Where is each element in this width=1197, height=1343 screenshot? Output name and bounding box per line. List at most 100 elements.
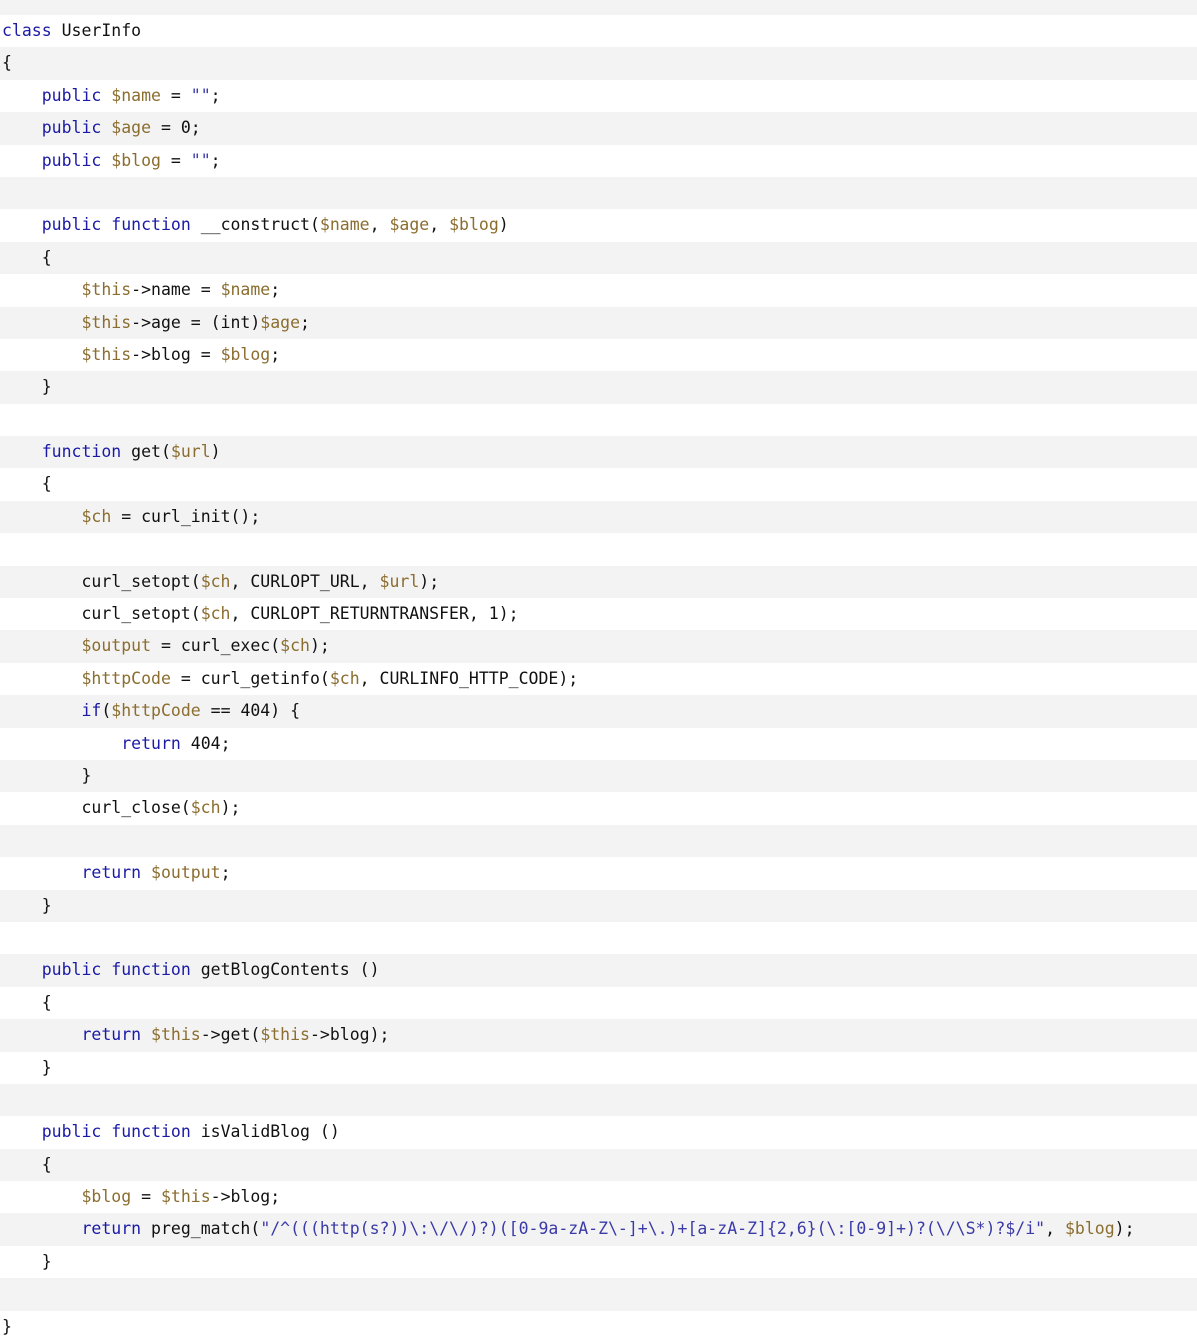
code-line: }	[0, 889, 1197, 922]
code-block[interactable]: class UserInfo { public $name = ""; publi…	[0, 15, 1197, 1343]
code-text: )	[210, 442, 221, 462]
code-text: ->blog =	[131, 344, 221, 364]
code-line: curl_setopt($ch, CURLOPT_RETURNTRANSFER,…	[0, 598, 1197, 631]
code-line	[0, 1083, 1197, 1117]
variable-token: $age	[111, 118, 152, 138]
variable-token: $blog	[449, 215, 499, 235]
code-line	[0, 824, 1197, 858]
code-line	[0, 1278, 1197, 1311]
code-line	[0, 921, 1197, 955]
code-line: public function __construct($name, $age,…	[0, 209, 1197, 242]
top-strip	[0, 0, 1197, 15]
code-line: class UserInfo	[0, 15, 1197, 48]
code-line: curl_setopt($ch, CURLOPT_URL, $url);	[0, 565, 1197, 599]
keyword-token: public	[41, 215, 102, 235]
variable-token: $name	[319, 215, 370, 235]
code-text: , CURLOPT_URL,	[230, 571, 380, 591]
string-token: ""	[190, 85, 211, 105]
variable-token: $age	[389, 215, 430, 235]
code-text: = curl_exec(	[151, 636, 281, 656]
code-line: $httpCode = curl_getinfo($ch, CURLINFO_H…	[0, 662, 1197, 696]
variable-token: $ch	[329, 668, 360, 688]
code-line: {	[0, 986, 1197, 1020]
code-text: }	[2, 1251, 52, 1271]
string-token: "/^(((http(s?))\:\/\/)?)([0-9a-zA-Z\-]+\…	[260, 1219, 1046, 1239]
code-text: ->age = (int)	[131, 312, 261, 332]
code-text: __construct(	[190, 215, 320, 235]
code-line: return preg_match("/^(((http(s?))\:\/\/)…	[0, 1213, 1197, 1246]
code-text: }	[2, 765, 92, 785]
code-line: $blog = $this->blog;	[0, 1181, 1197, 1214]
keyword-token: class	[2, 21, 52, 40]
code-line: public $blog = "";	[0, 144, 1197, 177]
code-text: }	[2, 1316, 12, 1336]
keyword-token: public	[41, 118, 102, 138]
variable-token: $output	[151, 863, 221, 883]
code-text: ;	[270, 280, 281, 300]
keyword-token: function	[111, 215, 191, 235]
code-text: {	[2, 992, 52, 1012]
code-line: {	[0, 1148, 1197, 1182]
keyword-token: function	[41, 442, 122, 462]
code-line	[0, 176, 1197, 210]
code-text: ,	[429, 215, 450, 235]
code-line: if($httpCode == 404) {	[0, 695, 1197, 728]
code-line: {	[0, 241, 1197, 275]
variable-token: $name	[111, 85, 161, 105]
code-text: get(	[121, 442, 171, 462]
code-text: ;	[210, 85, 221, 105]
code-text: )	[498, 215, 509, 235]
code-line: return $output;	[0, 857, 1197, 890]
code-text: {	[2, 53, 12, 73]
variable-token: $this	[81, 344, 132, 364]
variable-token: $this	[81, 280, 132, 300]
code-text: = curl_init();	[111, 506, 261, 526]
code-text: =	[160, 150, 191, 170]
variable-token: $name	[220, 280, 271, 300]
variable-token: $url	[170, 442, 211, 462]
code-text: , CURLOPT_RETURNTRANSFER, 1);	[230, 604, 519, 624]
code-line: public function getBlogContents ()	[0, 954, 1197, 987]
code-line: public $age = 0;	[0, 112, 1197, 145]
variable-token: $ch	[200, 571, 231, 591]
keyword-token: return	[81, 1025, 142, 1045]
variable-token: $output	[81, 636, 152, 656]
code-line: function get($url)	[0, 436, 1197, 469]
variable-token: $blog	[1064, 1219, 1115, 1239]
code-text: }	[2, 1057, 52, 1077]
code-text: }	[2, 895, 52, 915]
code-text: }	[2, 377, 52, 397]
code-line	[0, 533, 1197, 566]
variable-token: $blog	[81, 1187, 132, 1207]
keyword-token: public	[41, 85, 102, 105]
keyword-token: function	[111, 1122, 191, 1142]
code-text: ;	[210, 150, 221, 170]
code-text: getBlogContents ()	[190, 960, 380, 980]
code-text: 404;	[180, 733, 231, 753]
variable-token: $httpCode	[81, 668, 171, 688]
code-line: }	[0, 371, 1197, 404]
code-line: curl_close($ch);	[0, 792, 1197, 825]
keyword-token: public	[41, 1122, 102, 1142]
code-line: $this->blog = $blog;	[0, 338, 1197, 372]
variable-token: $ch	[190, 798, 221, 818]
code-line: public function isValidBlog ()	[0, 1116, 1197, 1149]
code-text: {	[2, 474, 52, 494]
code-line: $this->name = $name;	[0, 274, 1197, 307]
keyword-token: public	[41, 150, 102, 170]
variable-token: $ch	[81, 506, 112, 526]
